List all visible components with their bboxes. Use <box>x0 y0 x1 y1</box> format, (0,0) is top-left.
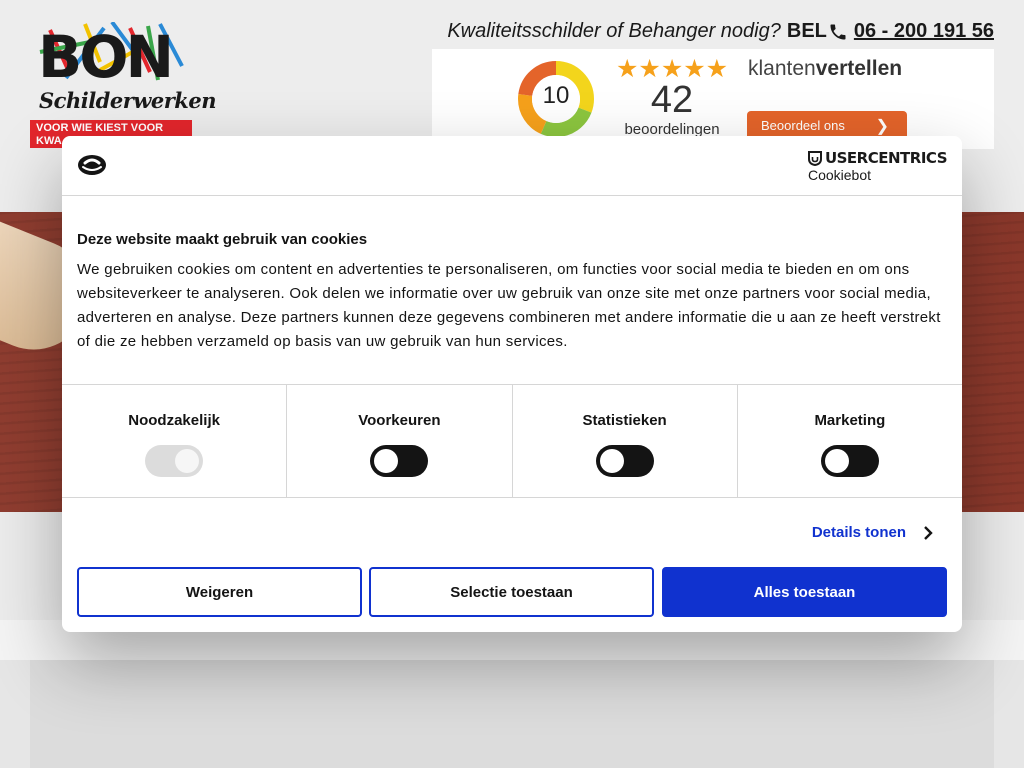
toggle-preferences[interactable] <box>370 445 429 477</box>
call-bel-label: BEL <box>786 20 827 42</box>
category-necessary: Noodzakelijk <box>62 385 288 497</box>
provider-name: USERCENTRICS <box>807 149 948 167</box>
logo-slogan-line1: VOOR WIE KIEST VOOR <box>36 122 164 134</box>
allow-selection-button[interactable]: Selectie toestaan <box>369 567 654 617</box>
toggle-knob <box>824 449 849 473</box>
chevron-right-icon <box>924 525 933 540</box>
provider-sub: Cookiebot <box>807 167 871 183</box>
cookie-consent-dialog: USERCENTRICS Cookiebot Deze website maak… <box>62 136 962 632</box>
dialog-title: Deze website maakt gebruik van cookies <box>77 231 368 248</box>
toggle-marketing[interactable] <box>820 445 879 477</box>
call-question: Kwaliteitsschilder of Behanger nodig? <box>447 20 781 42</box>
review-widget[interactable]: 10 ★★★★★ 42 beoordelingen klantenvertell… <box>432 49 994 149</box>
site-logo[interactable]: BON Schilderwerken VOOR WIE KIEST VOOR K… <box>30 22 216 148</box>
chevron-right-icon: ❯ <box>875 118 889 135</box>
klantenvertellen-logo: klantenvertellen <box>748 57 902 81</box>
logo-tagline: Schilderwerken <box>39 88 216 113</box>
cookie-icon <box>78 155 106 175</box>
kv-brand-bold: vertellen <box>815 57 903 80</box>
category-label: Statistieken <box>582 412 667 429</box>
dialog-header: USERCENTRICS Cookiebot <box>62 136 962 196</box>
category-label: Noodzakelijk <box>128 412 220 429</box>
show-details-link[interactable]: Details tonen <box>812 524 934 541</box>
category-label: Voorkeuren <box>358 412 441 429</box>
toggle-knob <box>374 449 399 473</box>
toggle-necessary <box>145 445 204 477</box>
category-label: Marketing <box>814 412 886 429</box>
dialog-body-text: We gebruiken cookies om content en adver… <box>77 261 941 350</box>
category-marketing: Marketing <box>738 385 962 497</box>
cookiebot-logo[interactable]: USERCENTRICS Cookiebot <box>807 149 948 183</box>
category-statistics: Statistieken <box>513 385 738 497</box>
deny-button[interactable]: Weigeren <box>77 567 362 617</box>
toggle-knob <box>599 449 624 473</box>
toggle-statistics[interactable] <box>595 445 654 477</box>
cookie-category-row: Noodzakelijk Voorkeuren Statistieken Mar… <box>62 384 962 498</box>
phone-icon <box>830 24 846 39</box>
call-to-action: Kwaliteitsschilder of Behanger nodig? BE… <box>447 20 994 43</box>
category-preferences: Voorkeuren <box>287 385 513 497</box>
phone-number-link[interactable]: 06 - 200 191 56 <box>854 20 994 43</box>
review-score: 10 <box>542 82 570 109</box>
show-details-label: Details tonen <box>811 524 906 541</box>
content-block <box>30 660 994 768</box>
toggle-knob <box>175 449 200 473</box>
kv-brand-light: klanten <box>748 57 816 80</box>
rate-us-label: Beoordeel ons <box>761 118 845 133</box>
shield-icon <box>807 150 822 166</box>
logo-wordmark: BON <box>38 23 174 91</box>
allow-all-button[interactable]: Alles toestaan <box>662 567 947 617</box>
review-count: 42 <box>650 79 694 121</box>
provider-name-text: USERCENTRICS <box>824 149 948 167</box>
